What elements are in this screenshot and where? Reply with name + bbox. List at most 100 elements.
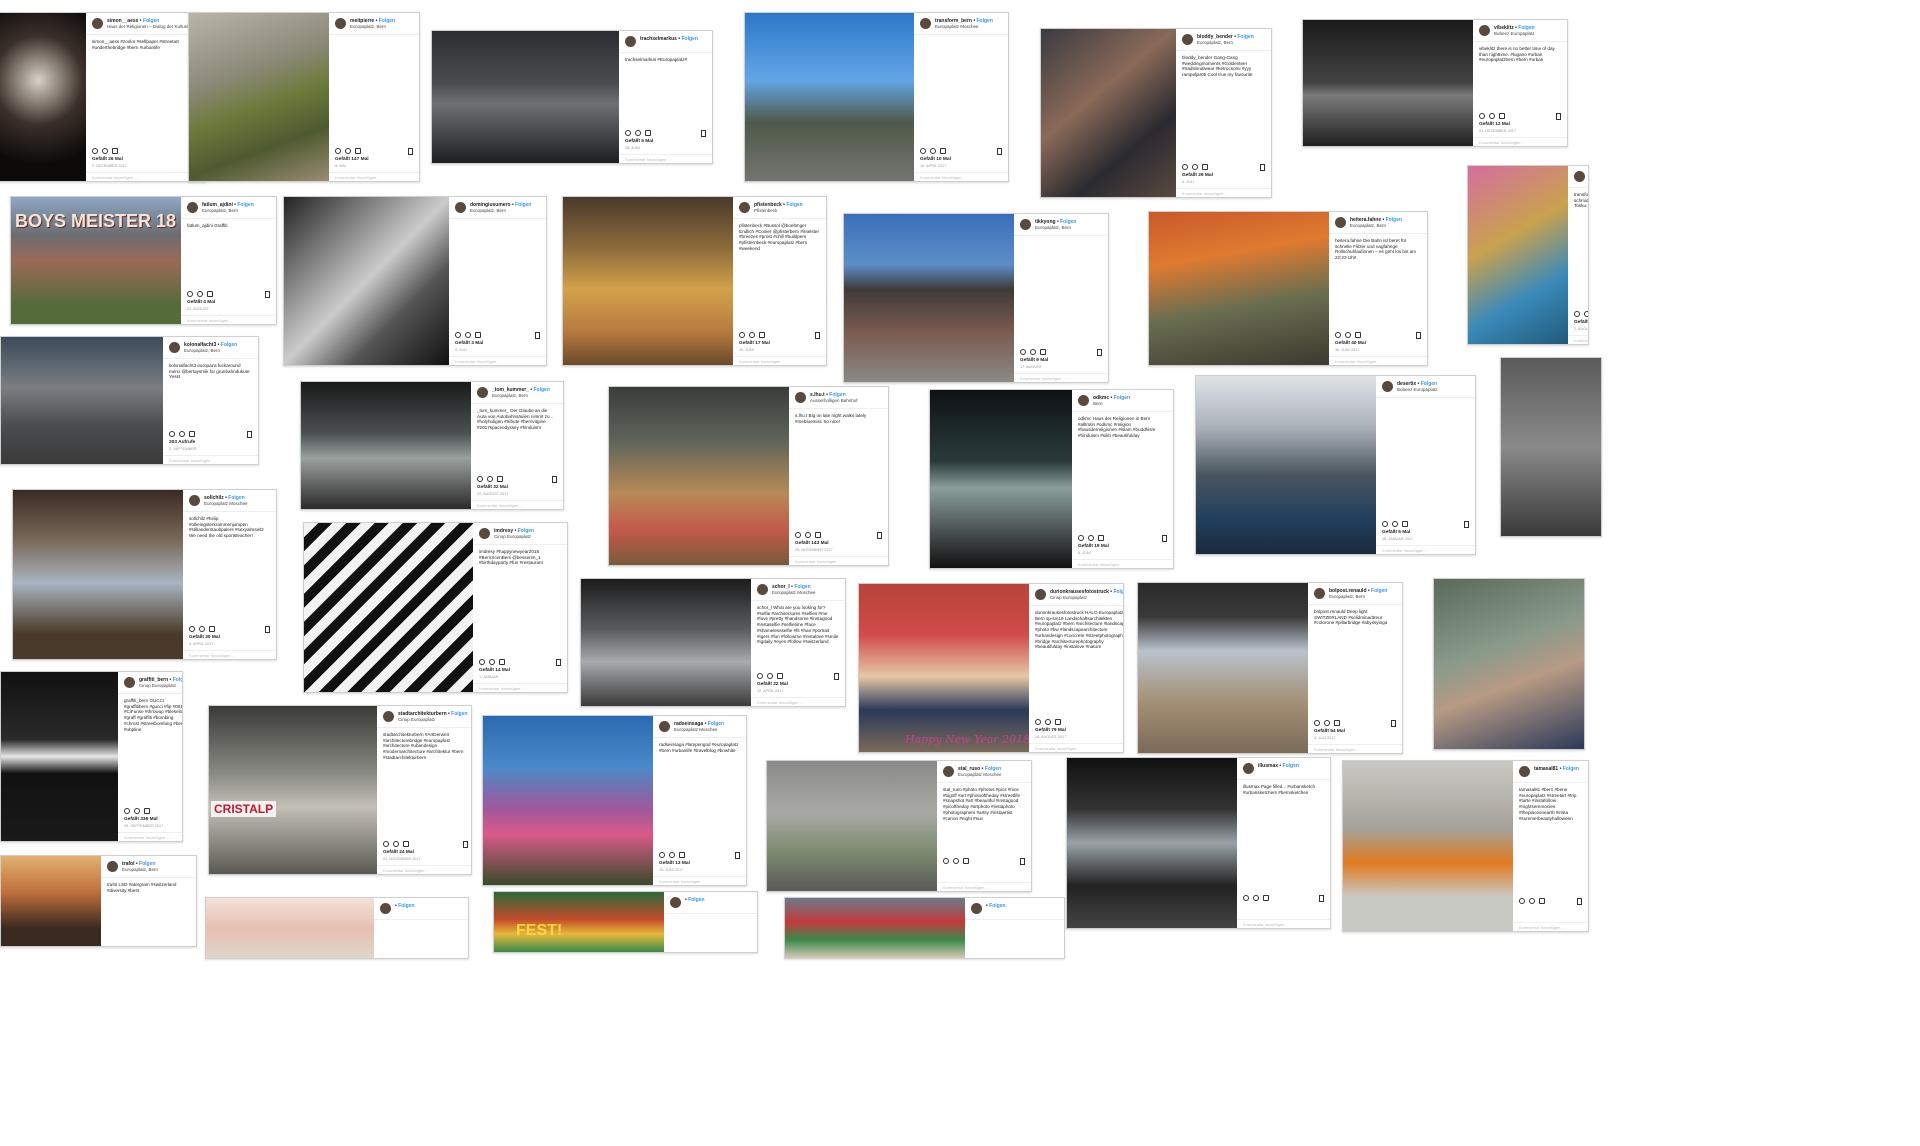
- bookmark-icon[interactable]: [1319, 894, 1324, 902]
- comment-input[interactable]: Kommentar hinzufügen ...: [1329, 356, 1427, 365]
- post-card[interactable]: sollchilz • Folgen Europaplatz Moschee sol…: [12, 489, 277, 660]
- follow-button[interactable]: Folgen: [228, 495, 244, 501]
- comment-input[interactable]: Kommentar hinzufügen ...: [1376, 545, 1475, 554]
- post-photo[interactable]: [1067, 758, 1237, 928]
- comment-icon[interactable]: [179, 431, 185, 437]
- username[interactable]: trachselmarkus: [640, 36, 677, 42]
- like-count[interactable]: Gefällt 10 Mal: [920, 157, 951, 163]
- like-count[interactable]: Gefällt 147 Mal: [335, 157, 369, 163]
- location[interactable]: Cinop Europaplatz: [398, 717, 468, 723]
- heart-icon[interactable]: [383, 841, 389, 847]
- post-card[interactable]: illusmax • Folgen illusmax Page filled...…: [1066, 757, 1331, 929]
- comment-icon[interactable]: [1489, 113, 1495, 119]
- location[interactable]: Cinop Europaplatz: [494, 534, 534, 540]
- heart-icon[interactable]: [1519, 898, 1525, 904]
- follow-button[interactable]: Folgen: [688, 897, 704, 903]
- avatar[interactable]: [943, 766, 954, 777]
- comment-icon[interactable]: [749, 332, 755, 338]
- post-photo[interactable]: [0, 13, 86, 181]
- share-icon[interactable]: [645, 130, 651, 136]
- post-photo[interactable]: [1343, 761, 1513, 931]
- comment-icon[interactable]: [393, 841, 399, 847]
- post-photo[interactable]: [745, 13, 914, 181]
- post-card[interactable]: odkmc • Folgen Bern odkmc Haus der Religio…: [929, 389, 1174, 569]
- comment-input[interactable]: Kommentar hinzufügen ...: [1568, 335, 1588, 344]
- post-photo[interactable]: [432, 31, 619, 163]
- comment-icon[interactable]: [1030, 349, 1036, 355]
- share-icon[interactable]: [963, 858, 969, 864]
- bookmark-icon[interactable]: [1162, 534, 1167, 542]
- like-count[interactable]: Gefällt 12 Mal: [1479, 122, 1510, 128]
- username[interactable]: desertix: [1397, 381, 1416, 387]
- bookmark-icon[interactable]: [1416, 331, 1421, 339]
- location[interactable]: Europaplatz, Bern: [1329, 594, 1387, 600]
- location[interactable]: Europaplatz, Bern: [492, 393, 550, 399]
- post-photo[interactable]: FEST!: [494, 892, 664, 952]
- bookmark-icon[interactable]: [701, 129, 706, 137]
- share-icon[interactable]: [497, 476, 503, 482]
- heart-icon[interactable]: [189, 626, 195, 632]
- avatar[interactable]: [1035, 589, 1046, 600]
- comment-icon[interactable]: [805, 532, 811, 538]
- username[interactable]: illusmax: [1258, 763, 1278, 769]
- follow-button[interactable]: Folgen: [534, 387, 550, 393]
- location[interactable]: Europaplatz, Bern: [122, 867, 158, 873]
- bookmark-icon[interactable]: [1577, 897, 1582, 905]
- share-icon[interactable]: [1499, 113, 1505, 119]
- post-photo[interactable]: [609, 387, 789, 565]
- avatar[interactable]: [1182, 34, 1193, 45]
- post-photo[interactable]: [1138, 583, 1308, 753]
- bookmark-icon[interactable]: [552, 475, 557, 483]
- comment-input[interactable]: Kommentar hinzufügen ...: [1176, 188, 1271, 197]
- follow-button[interactable]: Folgen: [989, 903, 1005, 909]
- post-card[interactable]: • Folgen: [205, 897, 469, 959]
- username[interactable]: radseinsaga: [674, 721, 703, 727]
- share-icon[interactable]: [189, 431, 195, 437]
- location[interactable]: Europaplatz, Bern: [184, 348, 237, 354]
- avatar[interactable]: [795, 392, 806, 403]
- heart-icon[interactable]: [659, 852, 665, 858]
- username[interactable]: vibeklitz: [1494, 25, 1514, 31]
- like-count[interactable]: Gefällt 14 Mal: [479, 668, 510, 674]
- heart-icon[interactable]: [169, 431, 175, 437]
- post-card[interactable]: FEST! • Folgen: [493, 891, 758, 953]
- follow-button[interactable]: Folgen: [518, 528, 534, 534]
- post-photo[interactable]: [767, 761, 937, 891]
- location[interactable]: Europaplatz, Bern: [350, 24, 395, 30]
- username[interactable]: _tom_kummer_: [492, 387, 529, 393]
- avatar[interactable]: [659, 721, 670, 732]
- post-photo[interactable]: [284, 197, 449, 365]
- location[interactable]: Europaplatz, Bern: [1350, 223, 1402, 229]
- username[interactable]: imdresy: [494, 528, 513, 534]
- share-icon[interactable]: [403, 841, 409, 847]
- share-icon[interactable]: [759, 332, 765, 338]
- post-card[interactable]: trachselmarkus • Folgen trachselmarkus #E…: [431, 30, 713, 164]
- avatar[interactable]: [1078, 395, 1089, 406]
- share-icon[interactable]: [1040, 349, 1046, 355]
- post-photo[interactable]: [581, 579, 751, 706]
- heart-icon[interactable]: [739, 332, 745, 338]
- username[interactable]: sollchilz: [204, 495, 224, 501]
- comment-input[interactable]: Kommentar hinzufügen ...: [1601, 527, 1602, 536]
- heart-icon[interactable]: [920, 148, 926, 154]
- post-photo[interactable]: [1468, 166, 1568, 344]
- comment-icon[interactable]: [199, 626, 205, 632]
- bookmark-icon[interactable]: [1464, 520, 1469, 528]
- post-card[interactable]: bloddy_bender • Folgen Europaplatz, Bern b…: [1040, 28, 1272, 198]
- post-photo[interactable]: [13, 490, 183, 659]
- heart-icon[interactable]: [943, 858, 949, 864]
- heart-icon[interactable]: [1382, 521, 1388, 527]
- avatar[interactable]: [739, 202, 750, 213]
- post-card[interactable]: s.lhu.t • Folgen Ausserholligen Bahnhof s.…: [608, 386, 889, 566]
- like-count[interactable]: Gefällt 19 Mal: [1078, 544, 1109, 550]
- location[interactable]: Bubeez Europaplatz: [1494, 31, 1535, 37]
- avatar[interactable]: [335, 18, 346, 29]
- comment-input[interactable]: Kommentar hinzufügen ...: [1308, 744, 1402, 753]
- bookmark-icon[interactable]: [834, 672, 839, 680]
- comment-input[interactable]: Kommentar hinzufügen ...: [181, 315, 276, 324]
- post-card[interactable]: vibeklitz • Folgen Bubeez Europaplatz vibe…: [1302, 19, 1568, 147]
- post-photo[interactable]: [1, 856, 101, 946]
- share-icon[interactable]: [1355, 332, 1361, 338]
- bookmark-icon[interactable]: [877, 531, 882, 539]
- share-icon[interactable]: [1055, 719, 1061, 725]
